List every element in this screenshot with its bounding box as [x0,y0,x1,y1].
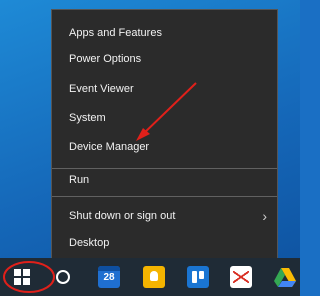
start-button-highlight [3,261,55,293]
